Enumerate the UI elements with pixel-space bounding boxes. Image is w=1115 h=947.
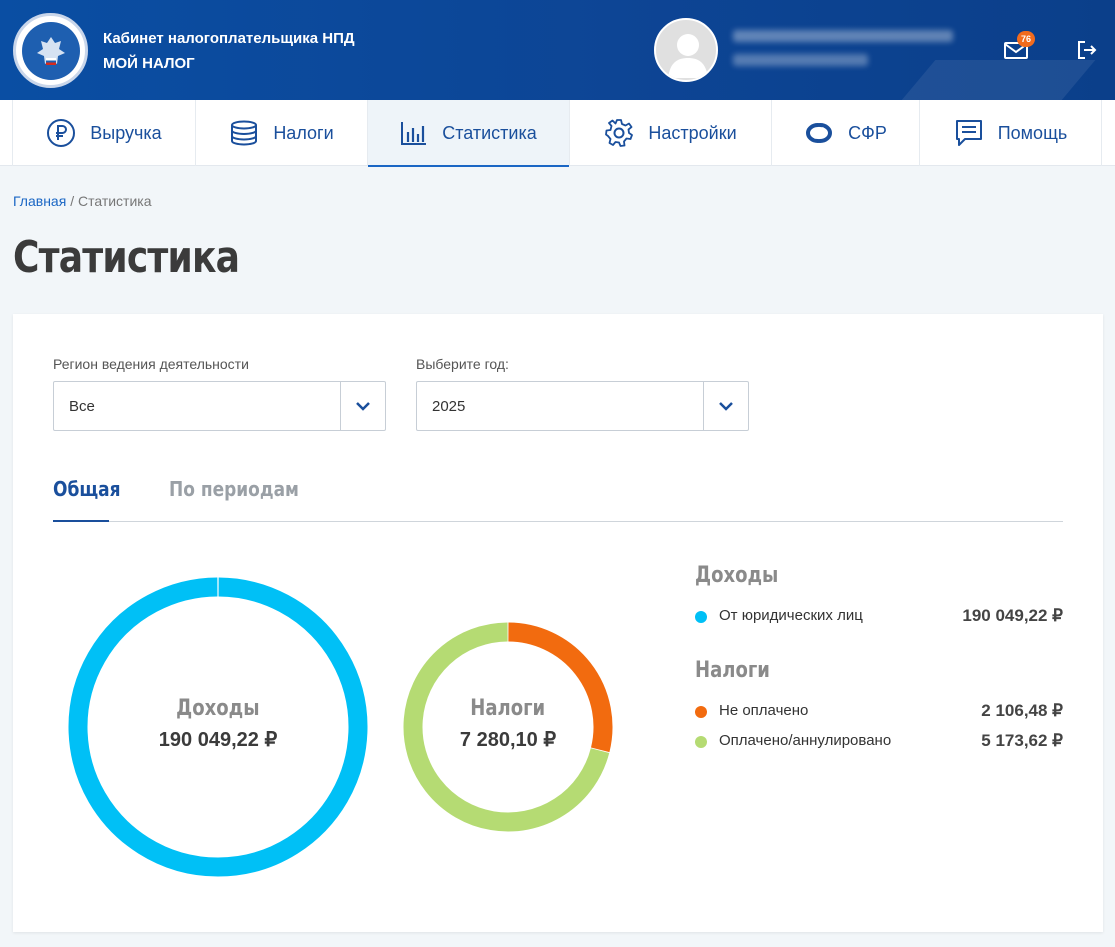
- income-donut-title: Доходы: [176, 696, 260, 721]
- taxes-donut-title: Налоги: [470, 696, 546, 721]
- legend-row: От юридических лиц 190 049,22 ₽: [695, 606, 1063, 628]
- legend-taxes-heading: Налоги: [695, 658, 770, 683]
- breadcrumb-home-link[interactable]: Главная: [13, 193, 66, 209]
- user-inn-blurred: [733, 54, 868, 66]
- region-label: Регион ведения деятельности: [53, 356, 249, 372]
- user-avatar-icon[interactable]: [654, 18, 718, 82]
- ruble-icon: [47, 119, 76, 147]
- nav-item-label: СФР: [848, 122, 887, 143]
- legend-dot: [695, 706, 707, 718]
- nav-item-sfr[interactable]: СФР: [772, 100, 920, 166]
- page-title: Статистика: [13, 232, 240, 283]
- nav-item-statistics[interactable]: Статистика: [368, 100, 570, 167]
- nav-item-label: Помощь: [997, 122, 1068, 143]
- taxes-donut-total: 7 280,10 ₽: [459, 729, 557, 751]
- income-donut-total: 190 049,22 ₽: [158, 729, 278, 751]
- legend-dot: [695, 736, 707, 748]
- legend-label: Не оплачено: [719, 702, 809, 719]
- user-name-blurred: [733, 30, 953, 42]
- legend-income-heading: Доходы: [695, 563, 779, 588]
- header-title: Кабинет налогоплательщика НПД МОЙ НАЛОГ: [103, 26, 355, 76]
- tab-active-indicator: [53, 520, 109, 522]
- bar-chart-icon: [401, 122, 427, 145]
- legend-amount: 5 173,62 ₽: [981, 731, 1063, 750]
- legend-label: Оплачено/аннулировано: [719, 732, 892, 749]
- gear-icon: [605, 119, 634, 147]
- tab-general[interactable]: Общая: [53, 474, 121, 522]
- legend-dot: [695, 611, 707, 623]
- header-title-line1: Кабинет налогоплательщика НПД: [103, 30, 355, 47]
- nav-item-label: Настройки: [648, 122, 737, 143]
- emblem-icon[interactable]: [13, 13, 88, 88]
- statistics-card: Регион ведения деятельности Все Выберите…: [13, 314, 1103, 932]
- nav-item-settings[interactable]: Настройки: [570, 100, 772, 166]
- app-header: Кабинет налогоплательщика НПД МОЙ НАЛОГ …: [0, 0, 1115, 100]
- region-select-value: Все: [69, 398, 95, 415]
- chevron-down-icon[interactable]: [340, 382, 385, 430]
- logout-icon[interactable]: [1076, 39, 1098, 61]
- legend-amount: 190 049,22 ₽: [962, 606, 1063, 625]
- nav-item-label: Налоги: [273, 122, 334, 143]
- legend-row: Не оплачено 2 106,48 ₽: [695, 701, 1063, 723]
- legend-amount: 2 106,48 ₽: [981, 701, 1063, 720]
- nav-item-help[interactable]: Помощь: [920, 100, 1102, 166]
- chevron-down-icon[interactable]: [703, 382, 748, 430]
- breadcrumb: Главная / Статистика: [13, 193, 152, 209]
- nav-item-taxes[interactable]: Налоги: [196, 100, 368, 166]
- header-title-line2: МОЙ НАЛОГ: [103, 55, 195, 72]
- tab-periods[interactable]: По периодам: [169, 474, 299, 522]
- main-nav: Выручка Налоги Статистика Настройки СФР: [0, 100, 1115, 167]
- breadcrumb-separator: /: [70, 193, 75, 209]
- nav-item-label: Статистика: [442, 122, 537, 143]
- breadcrumb-current: Статистика: [77, 193, 152, 209]
- nav-item-label: Выручка: [90, 122, 162, 143]
- region-select[interactable]: Все: [53, 381, 386, 431]
- taxes-donut-label: Налоги 7 280,10 ₽: [433, 696, 583, 752]
- legend-row: Оплачено/аннулировано 5 173,62 ₽: [695, 731, 1063, 753]
- year-select-value: 2025: [432, 398, 466, 415]
- year-select[interactable]: 2025: [416, 381, 749, 431]
- nav-item-revenue[interactable]: Выручка: [12, 100, 196, 166]
- notification-badge: 76: [1017, 31, 1035, 47]
- stats-tabs: Общая По периодам: [53, 474, 1063, 522]
- coins-icon: [231, 120, 258, 146]
- legend-label: От юридических лиц: [719, 607, 863, 624]
- header-decoration: [834, 60, 1096, 100]
- income-donut-label: Доходы 190 049,22 ₽: [118, 696, 318, 752]
- chat-icon: [955, 120, 982, 146]
- sfr-logo-icon: [806, 123, 833, 143]
- year-label: Выберите год:: [416, 356, 509, 372]
